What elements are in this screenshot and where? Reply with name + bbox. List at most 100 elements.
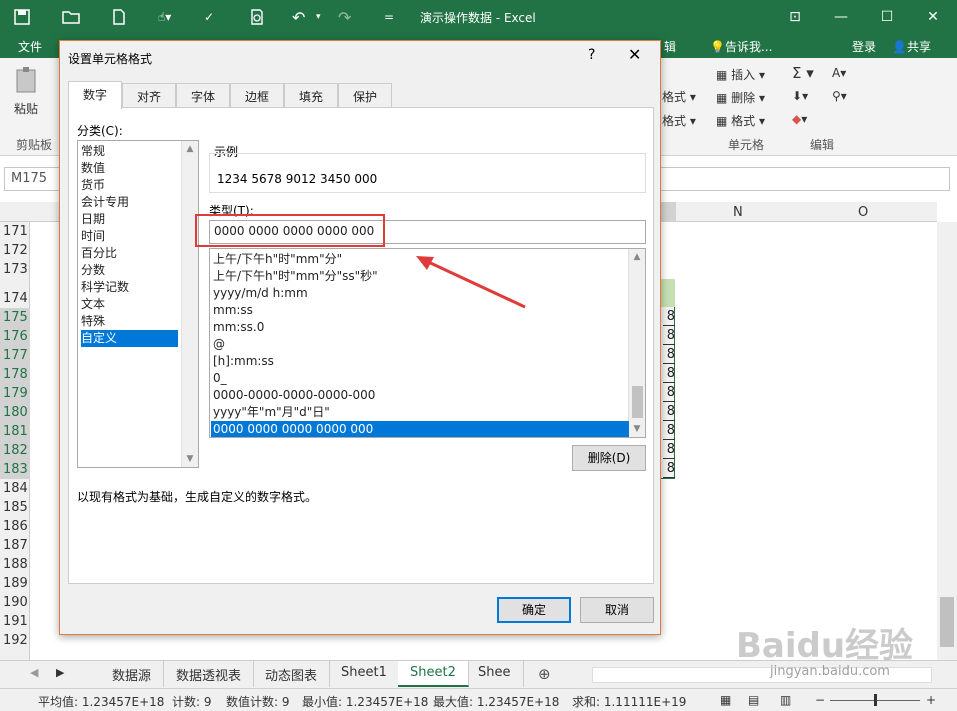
row-header[interactable]: 178 [0, 365, 30, 384]
spelling-icon[interactable]: ✓ [204, 6, 214, 28]
share-button[interactable]: 👤共享 [892, 38, 931, 55]
new-file-icon[interactable] [112, 6, 126, 28]
tab-number[interactable]: 数字 [68, 81, 122, 109]
fill-button[interactable]: ⬇▾ [792, 89, 808, 103]
sheet-tab[interactable]: 数据源 [100, 661, 165, 687]
category-item[interactable]: 货币 [81, 177, 178, 194]
tab-protection[interactable]: 保护 [338, 83, 392, 107]
insert-cells-button[interactable]: ▦ 插入 ▾ [716, 66, 765, 83]
paste-icon[interactable] [14, 66, 40, 99]
help-button[interactable]: ? [588, 47, 595, 63]
row-header[interactable]: 189 [0, 574, 30, 593]
format-item[interactable]: [h]:mm:ss [211, 353, 629, 370]
table-format-button[interactable]: 格式 ▾ [662, 112, 696, 129]
row-header[interactable]: 192 [0, 631, 30, 650]
row-header[interactable]: 176 [0, 327, 30, 346]
minimize-button[interactable]: — [818, 0, 864, 34]
sheet-tab[interactable]: Sheet2 [398, 661, 469, 687]
category-item[interactable]: 特殊 [81, 313, 178, 330]
cell-value[interactable]: 8 [663, 403, 675, 421]
cell-value[interactable]: 8 [663, 346, 675, 364]
cell-value[interactable]: 8 [663, 460, 675, 478]
save-icon[interactable] [14, 6, 30, 28]
print-preview-icon[interactable] [250, 6, 264, 28]
delete-format-button[interactable]: 删除(D) [572, 445, 646, 471]
column-header-n[interactable]: N [733, 205, 743, 220]
scroll-up-icon[interactable]: ▲ [629, 249, 645, 265]
format-item[interactable]: yyyy"年"m"月"d"日" [211, 404, 629, 421]
category-item[interactable]: 自定义 [81, 330, 178, 347]
vertical-scrollbar[interactable] [937, 222, 957, 662]
scroll-down-icon[interactable]: ▼ [182, 451, 198, 467]
row-header[interactable]: 183 [0, 460, 30, 479]
undo-dropdown-icon[interactable]: ▾ [316, 6, 321, 28]
row-header[interactable]: 179 [0, 384, 30, 403]
cell-value[interactable]: 8 [663, 441, 675, 459]
sheet-tab[interactable]: 动态图表 [253, 661, 331, 687]
category-item[interactable]: 数值 [81, 160, 178, 177]
paste-label[interactable]: 粘贴 [14, 100, 38, 117]
cell-value[interactable]: 8 [663, 308, 675, 326]
find-button[interactable]: ⚲▾ [832, 89, 847, 103]
category-item[interactable]: 时间 [81, 228, 178, 245]
column-header-o[interactable]: O [858, 205, 868, 220]
row-header[interactable]: 186 [0, 517, 30, 536]
format-scroll-thumb[interactable] [632, 386, 643, 418]
category-item[interactable]: 日期 [81, 211, 178, 228]
tab-alignment[interactable]: 对齐 [122, 83, 176, 107]
category-item[interactable]: 科学记数 [81, 279, 178, 296]
normal-view-icon[interactable]: ▦ [720, 693, 731, 707]
category-list[interactable]: ▲ ▼ 常规 数值 货币 会计专用 日期 时间 百分比 分数 科学记数 文本 特殊 自定义 [77, 140, 199, 468]
cell-value[interactable]: 8 [663, 384, 675, 402]
sheet-tab[interactable]: Shee [466, 661, 524, 687]
scroll-up-icon[interactable]: ▲ [182, 141, 198, 157]
row-header[interactable]: 175 [0, 308, 30, 327]
redo-icon[interactable]: ↷ [338, 6, 351, 28]
clear-button[interactable]: ◆▾ [792, 112, 807, 126]
tab-file[interactable]: 文件 [18, 38, 42, 55]
row-header[interactable]: 182 [0, 441, 30, 460]
ribbon-display-icon[interactable]: ⊡ [772, 0, 818, 34]
row-header[interactable]: 185 [0, 498, 30, 517]
row-header[interactable]: 181 [0, 422, 30, 441]
category-scrollbar[interactable]: ▲ ▼ [181, 141, 198, 467]
format-scrollbar[interactable]: ▲ ▼ [628, 249, 645, 437]
add-sheet-icon[interactable]: ⊕ [538, 665, 551, 683]
row-header[interactable]: 171 [0, 222, 30, 241]
restore-button[interactable]: ☐ [864, 0, 910, 34]
customize-qa-icon[interactable]: = [384, 6, 394, 28]
page-break-icon[interactable]: ▥ [780, 693, 791, 707]
cell-value[interactable]: 8 [663, 365, 675, 383]
format-item[interactable]: 0_ [211, 370, 629, 387]
tab-fill[interactable]: 填充 [284, 83, 338, 107]
row-header[interactable]: 188 [0, 555, 30, 574]
zoom-in-icon[interactable]: + [926, 693, 936, 707]
category-item[interactable]: 文本 [81, 296, 178, 313]
touch-mode-icon[interactable]: ☝▾ [158, 6, 171, 28]
category-item[interactable]: 常规 [81, 143, 178, 160]
row-header[interactable]: 191 [0, 612, 30, 631]
tab-font[interactable]: 字体 [176, 83, 230, 107]
row-header[interactable]: 180 [0, 403, 30, 422]
row-header[interactable]: 177 [0, 346, 30, 365]
cell-value[interactable]: 8 [663, 327, 675, 345]
close-button[interactable]: ✕ [910, 0, 956, 34]
row-header[interactable]: 173 [0, 260, 30, 279]
cancel-button[interactable]: 取消 [580, 597, 654, 623]
format-item[interactable]: mm:ss.0 [211, 319, 629, 336]
delete-cells-button[interactable]: ▦ 删除 ▾ [716, 89, 765, 106]
sheet-tab[interactable]: Sheet1 [329, 661, 400, 687]
dialog-close-button[interactable]: ✕ [628, 45, 641, 64]
format-cells-button[interactable]: ▦ 格式 ▾ [716, 112, 765, 129]
page-layout-icon[interactable]: ▤ [748, 693, 759, 707]
login-link[interactable]: 登录 [852, 38, 876, 55]
row-header[interactable]: 190 [0, 593, 30, 612]
autosum-button[interactable]: Σ ▾ [792, 64, 814, 82]
zoom-handle[interactable] [874, 694, 877, 706]
category-item[interactable]: 百分比 [81, 245, 178, 262]
scroll-down-icon[interactable]: ▼ [629, 421, 645, 437]
scroll-thumb[interactable] [940, 597, 954, 647]
format-item[interactable]: 0000-0000-0000-0000-000 [211, 387, 629, 404]
column-header-m-partial[interactable] [660, 202, 676, 222]
format-item[interactable]: 0000 0000 0000 0000 000 [211, 421, 629, 437]
